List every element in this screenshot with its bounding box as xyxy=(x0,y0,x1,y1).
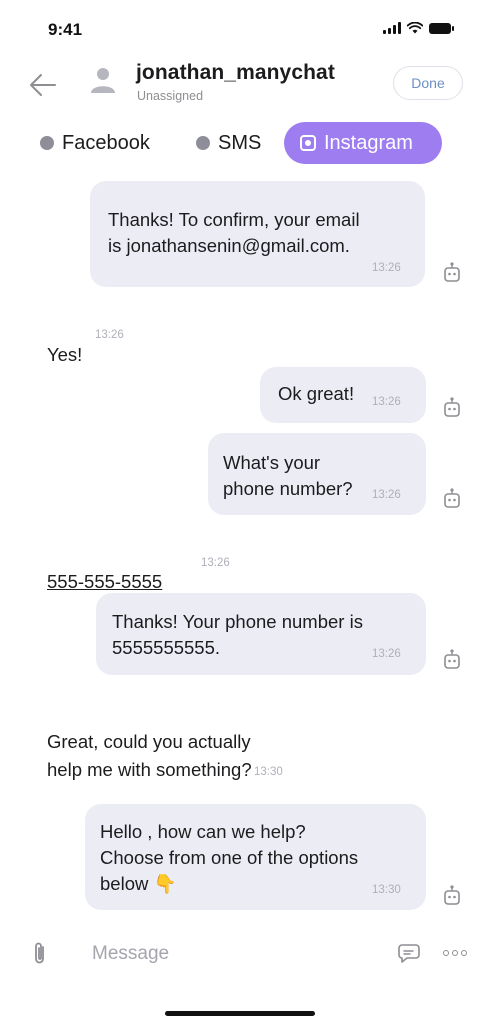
message-text: Hello , how can we help? Choose from one… xyxy=(100,821,359,894)
battery-icon xyxy=(429,22,454,34)
tab-instagram[interactable]: Instagram xyxy=(284,122,442,164)
tab-label: SMS xyxy=(218,131,262,154)
messenger-icon xyxy=(40,136,54,150)
person-icon xyxy=(91,68,115,93)
message-time: 13:26 xyxy=(201,557,230,569)
conversation-header: jonathan_manychat Unassigned Done xyxy=(0,55,479,115)
message-composer xyxy=(0,930,479,980)
message-time: 13:30 xyxy=(372,884,401,896)
assignment-status[interactable]: Unassigned xyxy=(137,89,203,103)
tab-label: Instagram xyxy=(324,131,413,154)
done-button[interactable]: Done xyxy=(393,66,463,100)
message-list[interactable]: Thanks! To confirm, your email is jonath… xyxy=(0,170,479,920)
channel-tabs: Facebook SMS Instagram xyxy=(0,122,479,166)
wifi-icon xyxy=(407,22,423,34)
message-time: 13:26 xyxy=(372,648,401,660)
user-message: Great, could you actually help me with s… xyxy=(47,700,252,784)
robot-icon xyxy=(444,649,460,669)
paperclip-icon[interactable] xyxy=(30,940,50,966)
status-bar: 9:41 xyxy=(0,0,479,50)
tab-sms[interactable]: SMS xyxy=(196,122,261,164)
user-message: Yes! xyxy=(47,313,82,369)
robot-icon xyxy=(444,262,460,282)
bot-message: What's your phone number? xyxy=(208,433,426,515)
phone-number-link[interactable]: 555-555-5555 xyxy=(47,571,162,592)
bot-message: Thanks! Your phone number is 5555555555. xyxy=(96,593,426,675)
message-text: Great, could you actually help me with s… xyxy=(47,731,252,780)
home-indicator xyxy=(165,1011,315,1016)
robot-icon xyxy=(444,488,460,508)
message-time: 13:26 xyxy=(372,262,401,274)
robot-icon xyxy=(444,885,460,905)
user-message: 555-555-5555 xyxy=(47,540,162,596)
message-time: 13:26 xyxy=(372,396,401,408)
more-dots-icon[interactable] xyxy=(443,950,469,958)
bot-message: Ok great! xyxy=(260,367,426,423)
message-text: Thanks! Your phone number is 5555555555. xyxy=(112,611,363,658)
tab-facebook[interactable]: Facebook xyxy=(40,122,150,164)
contact-name[interactable]: jonathan_manychat xyxy=(136,61,335,85)
status-icons xyxy=(383,22,454,34)
arrow-left-icon[interactable] xyxy=(28,72,58,98)
sms-icon xyxy=(196,136,210,150)
message-input[interactable] xyxy=(92,938,362,970)
instagram-icon xyxy=(300,135,316,151)
status-time: 9:41 xyxy=(48,20,83,39)
chat-bubble-icon[interactable] xyxy=(398,943,420,963)
tab-label: Facebook xyxy=(62,131,150,154)
message-time: 13:26 xyxy=(372,489,401,501)
message-time: 13:26 xyxy=(95,329,124,341)
cellular-signal-icon xyxy=(383,22,401,34)
message-time: 13:30 xyxy=(254,766,283,778)
message-text: Thanks! To confirm, your email is jonath… xyxy=(108,209,360,256)
robot-icon xyxy=(444,397,460,417)
message-text: Yes! xyxy=(47,344,83,365)
